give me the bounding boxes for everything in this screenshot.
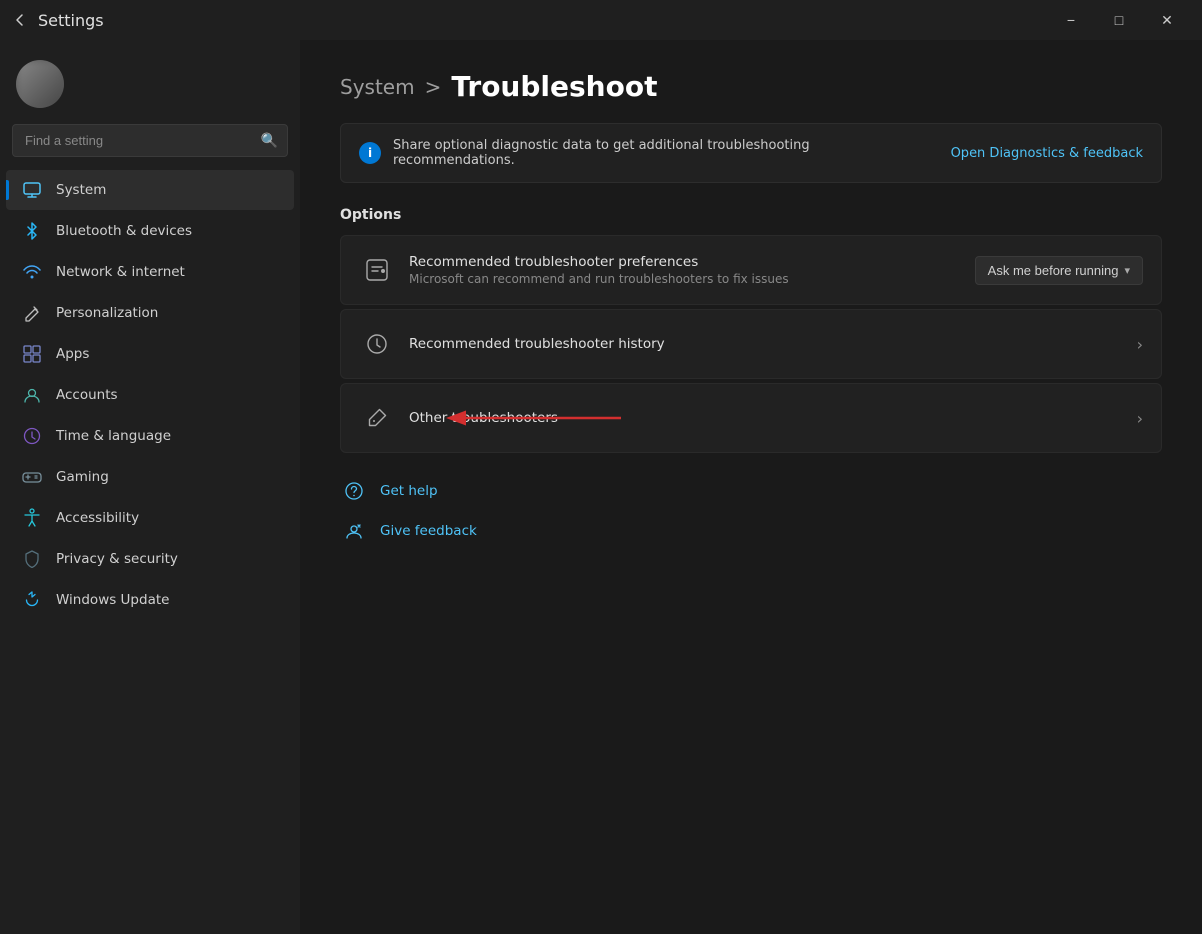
other-troubleshooters-icon — [359, 400, 395, 436]
breadcrumb-parent[interactable]: System — [340, 75, 415, 99]
sidebar-item-time[interactable]: Time & language — [6, 416, 294, 456]
sidebar-item-personalization[interactable]: Personalization — [6, 293, 294, 333]
sidebar-item-system-label: System — [56, 182, 106, 198]
accounts-icon — [22, 385, 42, 405]
sidebar-item-apps[interactable]: Apps — [6, 334, 294, 374]
network-icon — [22, 262, 42, 282]
titlebar-title: Settings — [38, 11, 104, 30]
sidebar-item-accounts-label: Accounts — [56, 387, 118, 403]
other-troubleshooters-title: Other troubleshooters — [409, 410, 1137, 426]
apps-icon — [22, 344, 42, 364]
user-profile — [0, 40, 300, 124]
search-input[interactable] — [12, 124, 288, 157]
sidebar-item-gaming-label: Gaming — [56, 469, 109, 485]
sidebar-item-network-label: Network & internet — [56, 264, 185, 280]
other-troubleshooters-text: Other troubleshooters — [409, 410, 1137, 426]
minimize-button[interactable]: − — [1048, 4, 1094, 36]
recommended-prefs-icon — [359, 252, 395, 288]
info-icon: i — [359, 142, 381, 164]
sidebar-item-privacy-label: Privacy & security — [56, 551, 178, 567]
options-section-title: Options — [340, 207, 1162, 223]
personalization-icon — [22, 303, 42, 323]
recommended-history-text: Recommended troubleshooter history — [409, 336, 1137, 352]
info-banner-text: Share optional diagnostic data to get ad… — [393, 138, 935, 168]
recommended-prefs-dropdown[interactable]: Ask me before running ▾ — [975, 256, 1143, 285]
sidebar-item-update[interactable]: Windows Update — [6, 580, 294, 620]
sidebar-item-apps-label: Apps — [56, 346, 89, 362]
sidebar-item-personalization-label: Personalization — [56, 305, 158, 321]
search-icon: 🔍 — [261, 133, 278, 149]
accessibility-icon — [22, 508, 42, 528]
sidebar-nav: System Bluetooth & devices — [0, 165, 300, 934]
search-box: 🔍 — [12, 124, 288, 157]
bluetooth-icon — [22, 221, 42, 241]
sidebar-item-update-label: Windows Update — [56, 592, 169, 608]
sidebar: 🔍 System Blue — [0, 40, 300, 934]
recommended-prefs-right: Ask me before running ▾ — [975, 256, 1143, 285]
main-content: System > Troubleshoot i Share optional d… — [300, 40, 1202, 934]
maximize-button[interactable]: □ — [1096, 4, 1142, 36]
sidebar-item-system[interactable]: System — [6, 170, 294, 210]
sidebar-item-accessibility-label: Accessibility — [56, 510, 139, 526]
help-links: Get help Give feedback — [340, 477, 1162, 545]
recommended-history-icon — [359, 326, 395, 362]
recommended-prefs-text: Recommended troubleshooter preferences M… — [409, 254, 975, 286]
system-icon — [22, 180, 42, 200]
feedback-icon — [340, 517, 368, 545]
time-icon — [22, 426, 42, 446]
breadcrumb: System > Troubleshoot — [340, 70, 1162, 103]
other-troubleshooters-right: › — [1137, 409, 1143, 428]
sidebar-item-bluetooth-label: Bluetooth & devices — [56, 223, 192, 239]
chevron-right-icon: › — [1137, 335, 1143, 354]
get-help-link[interactable]: Get help — [340, 477, 1162, 505]
titlebar-controls: − □ ✕ — [1048, 4, 1190, 36]
breadcrumb-current: Troubleshoot — [451, 70, 657, 103]
sidebar-item-network[interactable]: Network & internet — [6, 252, 294, 292]
sidebar-item-accessibility[interactable]: Accessibility — [6, 498, 294, 538]
open-diagnostics-link[interactable]: Open Diagnostics & feedback — [951, 146, 1143, 161]
titlebar-left: Settings — [12, 11, 104, 30]
dropdown-label: Ask me before running — [988, 263, 1119, 278]
get-help-icon — [340, 477, 368, 505]
option-card-recommended-prefs[interactable]: Recommended troubleshooter preferences M… — [340, 235, 1162, 305]
titlebar: Settings − □ ✕ — [0, 0, 1202, 40]
recommended-prefs-title: Recommended troubleshooter preferences — [409, 254, 975, 270]
close-button[interactable]: ✕ — [1144, 4, 1190, 36]
recommended-history-title: Recommended troubleshooter history — [409, 336, 1137, 352]
gaming-icon — [22, 467, 42, 487]
option-card-other-troubleshooters[interactable]: Other troubleshooters › — [340, 383, 1162, 453]
get-help-text[interactable]: Get help — [380, 483, 438, 499]
recommended-prefs-subtitle: Microsoft can recommend and run troubles… — [409, 272, 975, 286]
info-banner-left: i Share optional diagnostic data to get … — [359, 138, 935, 168]
sidebar-item-privacy[interactable]: Privacy & security — [6, 539, 294, 579]
avatar — [16, 60, 64, 108]
info-banner: i Share optional diagnostic data to get … — [340, 123, 1162, 183]
update-icon — [22, 590, 42, 610]
option-card-recommended-history[interactable]: Recommended troubleshooter history › — [340, 309, 1162, 379]
privacy-icon — [22, 549, 42, 569]
recommended-history-right: › — [1137, 335, 1143, 354]
chevron-down-icon: ▾ — [1124, 264, 1130, 277]
sidebar-item-accounts[interactable]: Accounts — [6, 375, 294, 415]
breadcrumb-separator: > — [425, 75, 442, 99]
sidebar-item-time-label: Time & language — [56, 428, 171, 444]
give-feedback-link[interactable]: Give feedback — [340, 517, 1162, 545]
give-feedback-text[interactable]: Give feedback — [380, 523, 477, 539]
app-body: 🔍 System Blue — [0, 40, 1202, 934]
sidebar-item-bluetooth[interactable]: Bluetooth & devices — [6, 211, 294, 251]
chevron-right-icon-2: › — [1137, 409, 1143, 428]
sidebar-item-gaming[interactable]: Gaming — [6, 457, 294, 497]
back-icon[interactable] — [12, 12, 28, 28]
